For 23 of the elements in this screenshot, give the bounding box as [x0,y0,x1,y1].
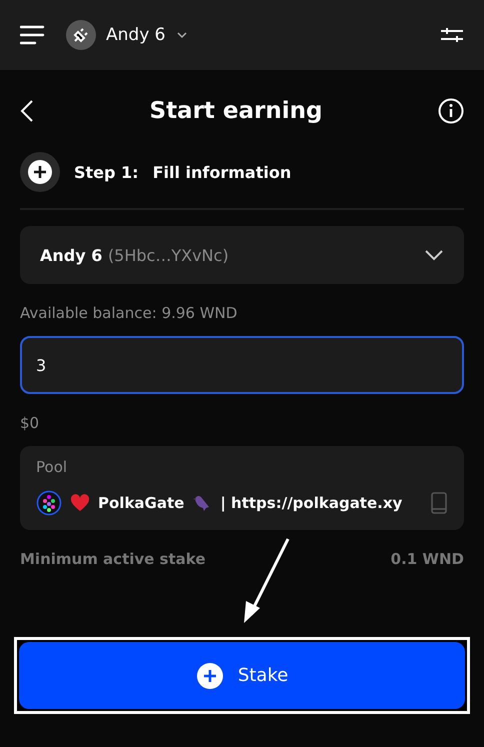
page-title: Start earning [150,98,322,124]
step-title: Fill information [152,162,292,182]
plus-circle-icon [20,152,60,192]
step-label: Step 1: [74,162,139,182]
stake-button[interactable]: Stake [19,642,465,709]
menu-icon[interactable] [20,25,46,45]
info-icon[interactable] [438,98,464,124]
pool-logo-icon [36,490,62,516]
settings-icon[interactable] [440,25,464,45]
back-icon[interactable] [20,99,34,123]
account-dropdown[interactable]: Andy 6 (5Hbc…YXvNc) [20,226,464,284]
available-balance: Available balance: 9.96 WND [20,304,238,322]
pool-label: Pool [36,458,68,476]
heart-icon [70,494,90,512]
pool-name: PolkaGate [98,494,184,512]
amount-field[interactable]: 3 [20,336,464,394]
account-selector[interactable]: Andy 6 [66,20,190,50]
plus-circle-icon [196,662,224,690]
chevron-down-icon [424,249,444,261]
info-label: Minimum active stake [20,550,206,568]
fiat-value: $0 [20,414,40,432]
pool-link[interactable]: | https://polkagate.xy [220,494,402,512]
info-value: 0.1 WND [390,550,464,568]
